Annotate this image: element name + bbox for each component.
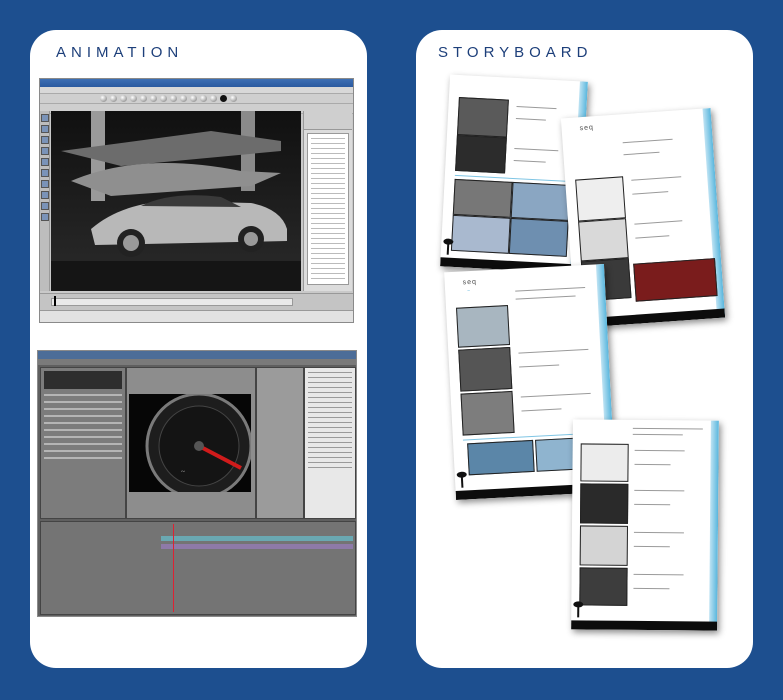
ae-titlebar — [38, 351, 356, 359]
storyboard-page-4-icon — [571, 419, 719, 631]
storyboard-heading: STORYBOARD — [438, 44, 593, 61]
animation-panel: ANIMATION ~ — [30, 30, 367, 668]
maya-menubar — [40, 87, 353, 94]
maya-shelf — [40, 94, 353, 104]
maya-3d-viewport-icon — [51, 111, 301, 291]
after-effects-composition-icon: ~ — [129, 394, 251, 492]
maya-toolbox — [40, 111, 50, 291]
maya-channel-box — [303, 111, 352, 291]
svg-text:~: ~ — [181, 468, 185, 476]
ae-info-panel — [256, 367, 304, 519]
maya-screenshot — [39, 78, 354, 323]
maya-command-line — [40, 310, 353, 322]
ae-menubar — [38, 359, 356, 365]
ae-composition-panel: ~ — [126, 367, 256, 519]
ae-effects-panel — [304, 367, 356, 519]
maya-time-slider — [40, 293, 353, 310]
animation-heading: ANIMATION — [56, 44, 184, 61]
maya-titlebar — [40, 79, 353, 87]
after-effects-screenshot: ~ — [37, 350, 357, 617]
ae-project-panel — [40, 367, 126, 519]
ae-timeline-panel — [40, 521, 356, 615]
